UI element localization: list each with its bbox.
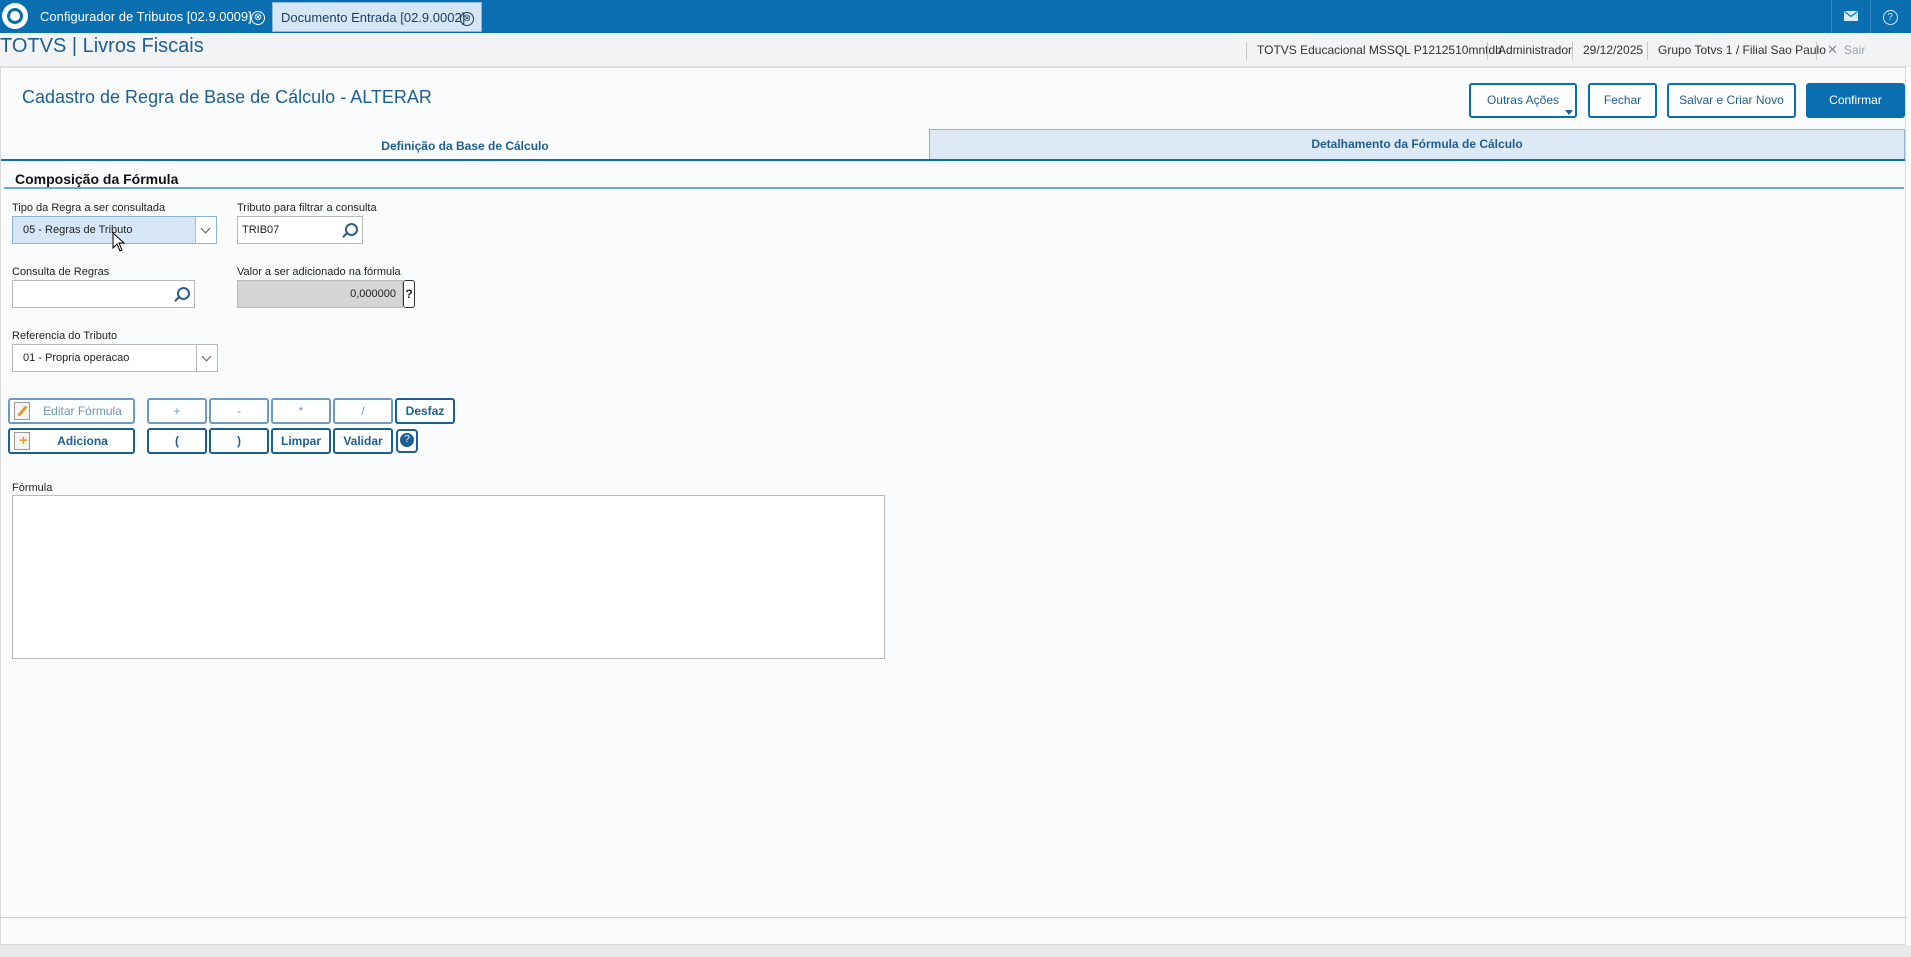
edit-formula-button[interactable]: Editar Fórmula bbox=[8, 398, 135, 424]
formula-label: Fórmula bbox=[12, 482, 53, 494]
close-button[interactable]: Fechar bbox=[1588, 83, 1657, 118]
plus-button[interactable]: + bbox=[147, 398, 207, 424]
logout-button[interactable]: ✕ Sair bbox=[1816, 42, 1865, 60]
tributo-filtro-input[interactable]: TRIB07 bbox=[237, 216, 363, 244]
open-paren-button[interactable]: ( bbox=[147, 428, 207, 454]
app-title: TOTVS | Livros Fiscais bbox=[0, 35, 204, 57]
form-page: Cadastro de Regra de Base de Cálculo - A… bbox=[0, 67, 1907, 945]
formula-help-button[interactable]: ? bbox=[396, 429, 418, 453]
search-icon[interactable] bbox=[177, 287, 190, 300]
undo-button[interactable]: Desfaz bbox=[395, 398, 455, 424]
environment-label: TOTVS Educacional MSSQL P1212510mntdb bbox=[1246, 42, 1502, 60]
bottom-strip bbox=[0, 945, 1911, 957]
tab-label: Documento Entrada [02.9.0002] bbox=[281, 10, 466, 25]
tributo-filtro-label: Tributo para filtrar a consulta bbox=[237, 202, 377, 214]
valor-adicionado-input[interactable]: 0,000000 bbox=[237, 280, 403, 308]
mail-icon[interactable] bbox=[1831, 0, 1870, 33]
edit-icon bbox=[14, 402, 30, 420]
add-icon bbox=[14, 432, 30, 450]
close-paren-button[interactable]: ) bbox=[209, 428, 269, 454]
referencia-select[interactable]: 01 - Propria operacao bbox=[12, 344, 218, 372]
close-icon[interactable]: ⊗ bbox=[460, 12, 474, 26]
user-label[interactable]: Administrador bbox=[1487, 42, 1572, 60]
totvs-logo-icon[interactable] bbox=[2, 3, 28, 29]
clear-button[interactable]: Limpar bbox=[271, 428, 331, 454]
page-title: Cadastro de Regra de Base de Cálculo - A… bbox=[22, 87, 432, 107]
date-label[interactable]: 29/12/2025 bbox=[1572, 42, 1643, 60]
branch-label[interactable]: Grupo Totvs 1 / Filial Sao Paulo bbox=[1647, 42, 1826, 60]
minus-button[interactable]: - bbox=[209, 398, 269, 424]
help-button[interactable]: ? bbox=[403, 280, 415, 308]
validate-button[interactable]: Validar bbox=[333, 428, 393, 454]
chevron-down-icon[interactable] bbox=[195, 217, 216, 243]
footer-divider bbox=[1, 917, 1907, 918]
consulta-regras-label: Consulta de Regras bbox=[12, 266, 110, 278]
help-icon[interactable]: ? bbox=[1870, 0, 1909, 33]
formula-textarea[interactable] bbox=[12, 495, 885, 659]
help-icon: ? bbox=[400, 433, 414, 447]
save-and-new-button[interactable]: Salvar e Criar Novo bbox=[1667, 83, 1796, 118]
tab-label: Configurador de Tributos [02.9.0009] bbox=[40, 9, 252, 24]
confirm-button[interactable]: Confirmar bbox=[1806, 83, 1905, 118]
consulta-regras-input[interactable] bbox=[12, 280, 195, 308]
section-divider bbox=[4, 187, 1904, 189]
tab-base-calculo[interactable]: Definição da Base de Cálculo bbox=[1, 129, 929, 159]
add-button[interactable]: Adiciona bbox=[8, 428, 135, 454]
app-header: TOTVS | Livros Fiscais TOTVS Educacional… bbox=[0, 33, 1911, 67]
tipo-regra-label: Tipo da Regra a ser consultada bbox=[12, 202, 166, 214]
valor-adicionado-label: Valor a ser adicionado na fórmula bbox=[237, 266, 401, 278]
top-tab-bar: Configurador de Tributos [02.9.0009] ⊗ D… bbox=[0, 0, 1911, 33]
close-icon[interactable]: ⊗ bbox=[251, 11, 265, 25]
chevron-down-icon[interactable] bbox=[196, 345, 217, 371]
folder-tabs: Definição da Base de Cálculo Detalhament… bbox=[1, 129, 1905, 161]
section-title: Composição da Fórmula bbox=[15, 171, 179, 187]
referencia-label: Referencia do Tributo bbox=[12, 330, 118, 342]
tab-formula-calculo[interactable]: Detalhamento da Fórmula de Cálculo bbox=[929, 129, 1905, 159]
multiply-button[interactable]: * bbox=[271, 398, 331, 424]
tab-configurador-tributos[interactable]: Configurador de Tributos [02.9.0009] ⊗ bbox=[32, 2, 272, 32]
divide-button[interactable]: / bbox=[333, 398, 393, 424]
tab-documento-entrada[interactable]: Documento Entrada [02.9.0002] ⊗ bbox=[272, 2, 482, 32]
chevron-down-icon bbox=[1565, 110, 1573, 115]
logout-label: Sair bbox=[1843, 43, 1866, 57]
search-icon[interactable] bbox=[345, 223, 358, 236]
close-icon: ✕ bbox=[1827, 42, 1838, 57]
other-actions-button[interactable]: Outras Ações bbox=[1469, 83, 1577, 118]
